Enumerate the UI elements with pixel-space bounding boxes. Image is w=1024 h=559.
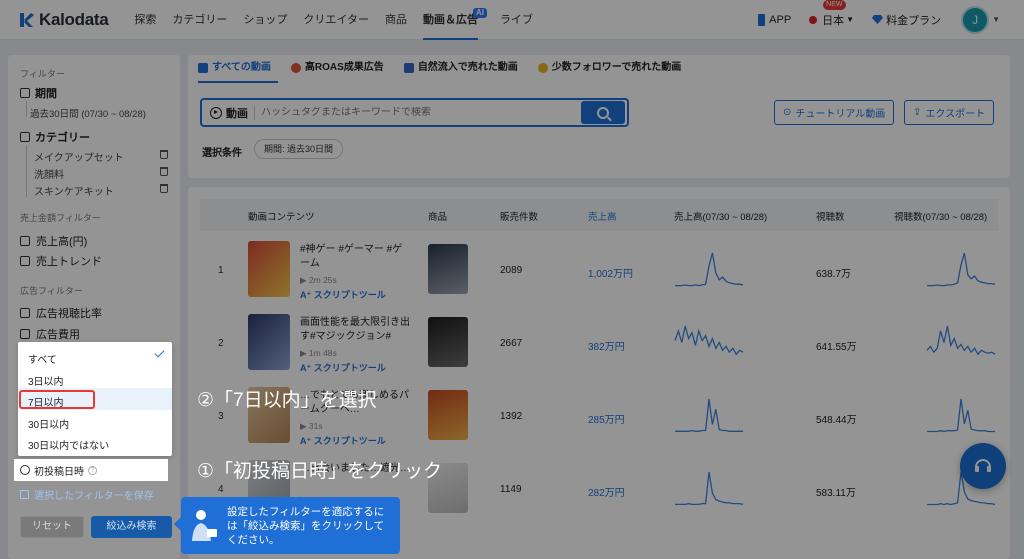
app-root: Kalodata 探索 カテゴリー ショップ クリエイター 商品 動画＆広告 A… (0, 0, 1024, 559)
apply-filter-button[interactable]: 絞込み検索 (91, 516, 172, 538)
save-icon (20, 490, 29, 499)
option-30days[interactable]: 30日以内 (28, 416, 69, 431)
option-3days[interactable]: 3日以内 (28, 373, 64, 388)
person-illustration-icon (192, 510, 217, 541)
annotation-step1: ①「初投稿日時」をクリック (197, 461, 443, 482)
annotation-step2: ②「7日以内」を選択 (197, 390, 377, 411)
reset-button[interactable]: リセット (20, 516, 84, 538)
save-filter-link[interactable]: 選択したフィルターを保存 (20, 487, 154, 502)
first-post-label: 初投稿日時 (34, 466, 84, 478)
first-post-dropdown: すべて 3日以内 7日以内 30日以内 30日以内ではない (18, 342, 172, 456)
apply-tooltip: 設定したフィルターを適応するには「絞込み検索」をクリックしてください。 (174, 497, 400, 554)
tooltip-text: 設定したフィルターを適応するには「絞込み検索」をクリックしてください。 (227, 506, 385, 546)
option-all[interactable]: すべて (28, 351, 57, 366)
highlight-box (19, 390, 95, 409)
check-icon (154, 347, 165, 358)
option-not-30days[interactable]: 30日以内ではない (28, 437, 109, 452)
help-icon[interactable]: ? (88, 465, 97, 475)
save-filter-label: 選択したフィルターを保存 (34, 491, 154, 502)
clock-icon (20, 465, 30, 475)
first-post-filter[interactable]: 初投稿日時 ? (14, 459, 168, 481)
